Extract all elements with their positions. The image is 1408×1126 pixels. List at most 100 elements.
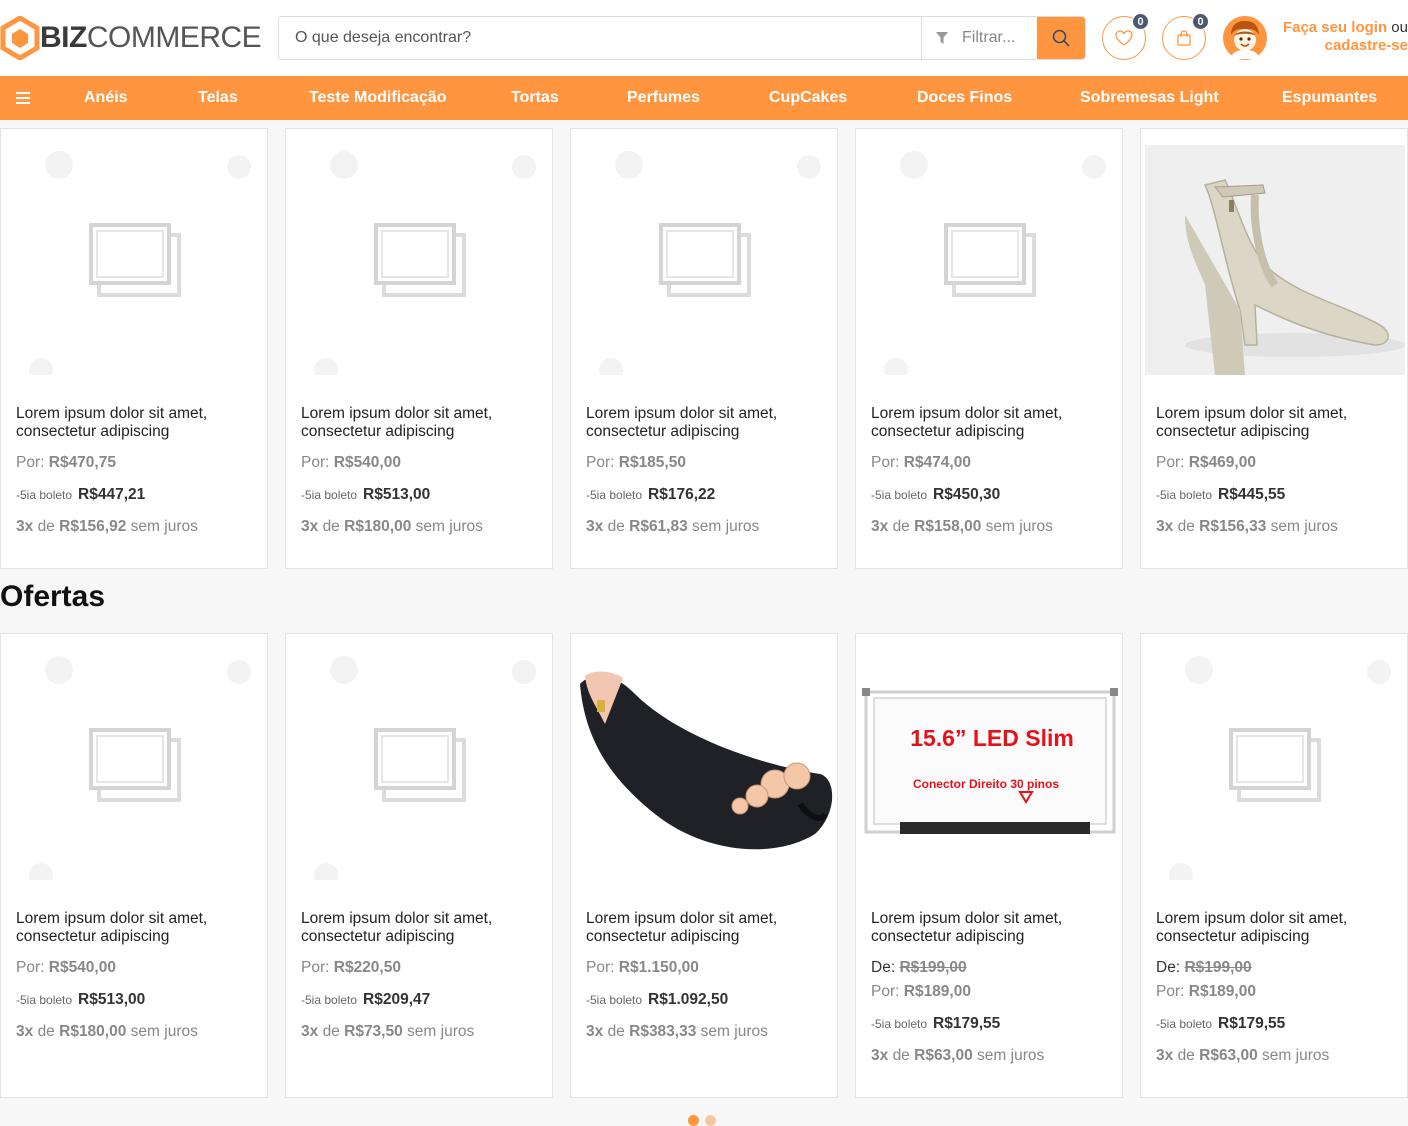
product-title[interactable]: Lorem ipsum dolor sit amet, consectetur … [16,405,256,441]
installment-price: 3x de R$156,33 sem juros [1156,518,1338,535]
watermark-icon [314,151,536,375]
sale-price: Por: R$540,00 [301,454,401,471]
installment-price: 3x de R$158,00 sem juros [871,518,1053,535]
original-price: De: R$199,00 [1156,959,1252,976]
watermark-icon [884,151,1106,375]
nav-item[interactable]: Tortas [511,76,559,120]
product-image[interactable] [1141,634,1407,894]
sandal-product-image [1145,145,1405,375]
register-link[interactable]: cadastre-se [1325,37,1408,54]
product-title[interactable]: Lorem ipsum dolor sit amet, consectetur … [586,910,826,946]
category-nav: Anéis Telas Teste Modificação Tortas Perfume… [0,76,1408,120]
boleto-price: -5ia boleto R$209,47 [301,991,431,1008]
installment-price: 3x de R$63,00 sem juros [871,1047,1045,1064]
product-image[interactable] [571,634,837,894]
product-image[interactable] [286,634,552,894]
heart-icon [1115,30,1133,46]
original-price: De: R$199,00 [871,959,967,976]
boleto-price: -5ia boleto R$447,21 [16,486,146,503]
product-card[interactable]: Lorem ipsum dolor sit amet, consectetur … [0,128,268,569]
led-image-subtitle: Conector Direito 30 pinos [913,777,1059,791]
nav-item[interactable]: Doces Finos [917,76,1012,120]
product-image[interactable] [1,634,267,894]
product-card[interactable]: Lorem ipsum dolor sit amet, consectetur … [0,633,268,1098]
sale-price: Por: R$189,00 [1156,983,1256,1000]
menu-button[interactable] [0,76,46,120]
product-title[interactable]: Lorem ipsum dolor sit amet, consectetur … [871,910,1111,946]
sale-price: Por: R$540,00 [16,959,116,976]
product-title[interactable]: Lorem ipsum dolor sit amet, consectetur … [586,405,826,441]
sale-price: Por: R$220,50 [301,959,401,976]
product-image[interactable] [1,129,267,389]
carousel-dot[interactable] [705,1115,716,1126]
boleto-price: -5ia boleto R$179,55 [1156,1015,1286,1032]
cart-button[interactable]: 0 [1162,13,1209,60]
carousel-dot[interactable] [688,1115,699,1126]
watermark-icon [314,656,536,880]
product-image[interactable] [856,129,1122,389]
product-title[interactable]: Lorem ipsum dolor sit amet, consectetur … [301,405,541,441]
carousel-dots [688,1115,716,1126]
login-register: Faça seu login ou cadastre-se [1276,19,1408,55]
cart-count-badge: 0 [1192,13,1209,30]
search-input[interactable] [279,17,921,59]
shopping-bag-icon [1177,30,1191,46]
boleto-price: -5ia boleto R$513,00 [16,991,146,1008]
logo[interactable]: BIZCOMMERCE [0,16,262,60]
nav-item[interactable]: Teste Modificação [309,76,447,120]
sale-price: Por: R$1.150,00 [586,959,699,976]
wishlist-button[interactable]: 0 [1102,13,1149,60]
product-image[interactable] [1141,129,1407,389]
nav-item[interactable]: Espumantes [1282,76,1377,120]
filter-dropdown[interactable]: Filtrar... [921,17,1037,59]
led-screen-product-image: 15.6” LED Slim Conector Direito 30 pinos [862,688,1118,834]
flat-shoe-product-image [580,671,833,850]
product-card[interactable]: Lorem ipsum dolor sit amet, consectetur … [1140,128,1408,569]
sale-price: Por: R$470,75 [16,454,116,471]
hamburger-menu-icon [16,92,30,104]
product-image[interactable]: 15.6” LED Slim Conector Direito 30 pinos [856,634,1122,894]
offers-section-title: Ofertas [0,580,106,613]
watermark-icon [29,656,251,880]
sale-price: Por: R$185,50 [586,454,686,471]
product-card[interactable]: Lorem ipsum dolor sit amet, consectetur … [570,633,838,1098]
search-button[interactable] [1037,17,1085,59]
product-title[interactable]: Lorem ipsum dolor sit amet, consectetur … [301,910,541,946]
installment-price: 3x de R$61,83 sem juros [586,518,760,535]
logo-hexagon-icon [0,16,40,60]
nav-item[interactable]: CupCakes [769,76,847,120]
product-card[interactable]: 15.6” LED Slim Conector Direito 30 pinos… [855,633,1123,1098]
installment-price: 3x de R$63,00 sem juros [1156,1047,1330,1064]
search-icon [1052,29,1070,47]
led-image-title: 15.6” LED Slim [910,725,1074,751]
logo-text: BIZCOMMERCE [40,21,262,54]
product-title[interactable]: Lorem ipsum dolor sit amet, consectetur … [871,405,1111,441]
product-card[interactable]: Lorem ipsum dolor sit amet, consectetur … [570,128,838,569]
product-card[interactable]: Lorem ipsum dolor sit amet, consectetur … [855,128,1123,569]
nav-item[interactable]: Telas [198,76,238,120]
nav-item[interactable]: Perfumes [627,76,700,120]
installment-price: 3x de R$73,50 sem juros [301,1023,475,1040]
product-title[interactable]: Lorem ipsum dolor sit amet, consectetur … [1156,910,1396,946]
boleto-price: -5ia boleto R$179,55 [871,1015,1001,1032]
product-card[interactable]: Lorem ipsum dolor sit amet, consectetur … [1140,633,1408,1098]
product-title[interactable]: Lorem ipsum dolor sit amet, consectetur … [16,910,256,946]
boleto-price: -5ia boleto R$1.092,50 [586,991,729,1008]
product-image[interactable] [286,129,552,389]
filter-icon [936,32,948,44]
search-bar: Filtrar... [278,16,1086,60]
watermark-icon [1169,656,1391,880]
installment-price: 3x de R$180,00 sem juros [16,1023,198,1040]
product-card[interactable]: Lorem ipsum dolor sit amet, consectetur … [285,633,553,1098]
installment-price: 3x de R$156,92 sem juros [16,518,198,535]
filter-label: Filtrar... [962,29,1016,46]
watermark-icon [599,151,821,375]
login-link[interactable]: Faça seu login [1283,19,1387,36]
sale-price: Por: R$469,00 [1156,454,1256,471]
product-image[interactable] [571,129,837,389]
product-card[interactable]: Lorem ipsum dolor sit amet, consectetur … [285,128,553,569]
nav-item[interactable]: Sobremesas Light [1080,76,1219,120]
user-avatar-icon[interactable] [1222,15,1268,61]
product-title[interactable]: Lorem ipsum dolor sit amet, consectetur … [1156,405,1396,441]
nav-item[interactable]: Anéis [84,76,128,120]
